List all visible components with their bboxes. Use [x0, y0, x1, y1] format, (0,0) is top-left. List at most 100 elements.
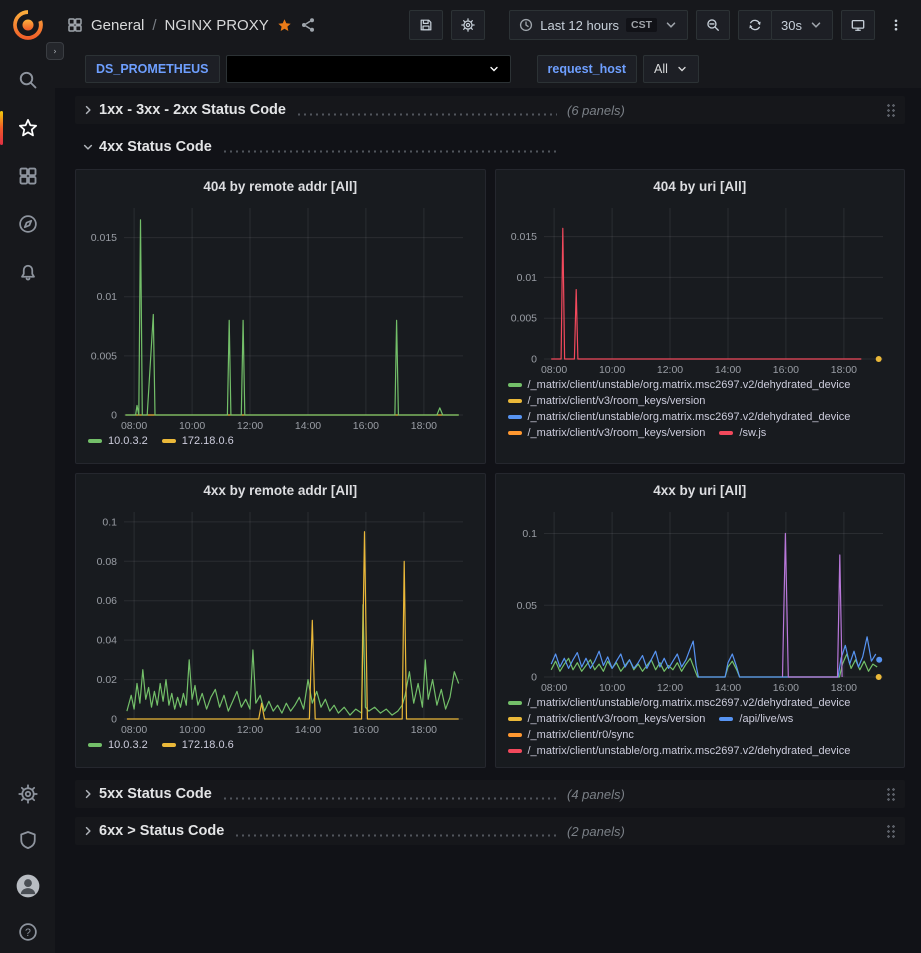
legend-item[interactable]: /_matrix/client/v3/room_keys/version [508, 395, 706, 407]
row-drag-handle[interactable] [886, 824, 897, 839]
breadcrumb-section[interactable]: General [91, 17, 144, 34]
help-icon: ? [18, 922, 38, 942]
panel-legend: 10.0.3.2 172.18.0.6 [86, 433, 475, 455]
time-series-chart: 08:0010:0012:0014:0016:0018:0000.0050.01… [506, 200, 895, 377]
favorite-star-icon[interactable] [277, 18, 292, 33]
legend-item[interactable]: /_matrix/client/unstable/org.matrix.msc2… [508, 411, 851, 423]
svg-text:0.015: 0.015 [510, 231, 536, 243]
request-host-variable-value: All [654, 62, 668, 76]
top-nav: General / NGINX PROXY [0, 0, 921, 50]
row-lead: 6xx > Status Code [97, 823, 567, 839]
panel-grid: 404 by remote addr [All] 08:0010:0012:00… [75, 169, 905, 768]
request-host-variable-dropdown[interactable]: All [643, 55, 699, 83]
legend-item[interactable]: /_matrix/client/unstable/org.matrix.msc2… [508, 379, 851, 391]
legend-swatch [508, 717, 522, 721]
panel-title[interactable]: 4xx by uri [All] [506, 480, 895, 504]
legend-swatch [508, 733, 522, 737]
save-dashboard-button[interactable] [409, 10, 443, 40]
bell-icon [18, 262, 38, 282]
legend-item[interactable]: /_matrix/client/v3/room_keys/version [508, 713, 706, 725]
dashboard-canvas: 1xx - 3xx - 2xx Status Code (6 panels) 4… [55, 88, 921, 953]
legend-item[interactable]: 172.18.0.6 [162, 435, 234, 447]
legend-item[interactable]: /_matrix/client/unstable/org.matrix.msc2… [508, 745, 851, 757]
legend-label: /_matrix/client/v3/room_keys/version [528, 427, 706, 439]
legend-swatch [162, 439, 176, 443]
datasource-variable-dropdown[interactable] [226, 55, 511, 83]
shield-icon [18, 830, 38, 850]
legend-item[interactable]: /_matrix/client/v3/room_keys/version [508, 427, 706, 439]
legend-item[interactable]: 10.0.3.2 [88, 435, 148, 447]
tv-mode-button[interactable] [841, 10, 875, 40]
row-title: 5xx Status Code [99, 786, 212, 802]
time-range-picker[interactable]: Last 12 hours CST [509, 10, 688, 40]
svg-text:0: 0 [531, 672, 537, 684]
dashboard-row-4xx[interactable]: 4xx Status Code [75, 133, 905, 161]
row-dotted-filler [222, 150, 557, 153]
chart-svg: 08:0010:0012:0014:0016:0018:0000.0050.01… [506, 200, 895, 377]
svg-text:0.015: 0.015 [91, 232, 117, 244]
legend-swatch [508, 399, 522, 403]
legend-item[interactable]: /_matrix/client/unstable/org.matrix.msc2… [508, 697, 851, 709]
legend-item[interactable]: 172.18.0.6 [162, 739, 234, 751]
svg-text:0.01: 0.01 [516, 272, 537, 284]
chevron-down-icon [664, 18, 678, 32]
panel-title[interactable]: 404 by remote addr [All] [86, 176, 475, 200]
dashboard-panel: 404 by remote addr [All] 08:0010:0012:00… [75, 169, 486, 464]
svg-text:0: 0 [111, 714, 117, 726]
sidebar-item-search[interactable] [0, 58, 55, 102]
svg-text:0.1: 0.1 [522, 528, 537, 540]
legend-item[interactable]: /_matrix/client/r0/sync [508, 729, 634, 741]
svg-text:10:00: 10:00 [598, 682, 624, 694]
dashboard-row-6xx[interactable]: 6xx > Status Code (2 panels) [75, 817, 905, 845]
panel-legend: /_matrix/client/unstable/org.matrix.msc2… [506, 377, 895, 455]
request-host-variable-label[interactable]: request_host [537, 55, 638, 83]
row-drag-handle[interactable] [886, 103, 897, 118]
legend-item[interactable]: /sw.js [719, 427, 766, 439]
sidebar-item-starred[interactable] [0, 106, 55, 150]
refresh-button[interactable] [738, 10, 772, 40]
legend-swatch [162, 743, 176, 747]
sidebar-expand-button[interactable] [46, 42, 64, 60]
row-lead: 4xx Status Code [97, 139, 567, 155]
legend-item[interactable]: /api/live/ws [719, 713, 793, 725]
datasource-variable-label[interactable]: DS_PROMETHEUS [85, 55, 220, 83]
sidebar-item-dashboards[interactable] [0, 154, 55, 198]
legend-label: /_matrix/client/v3/room_keys/version [528, 395, 706, 407]
search-icon [18, 70, 38, 90]
breadcrumb: General / NGINX PROXY [67, 17, 316, 34]
refresh-interval-dropdown[interactable]: 30s [771, 10, 833, 40]
svg-text:12:00: 12:00 [237, 724, 263, 736]
row-drag-handle[interactable] [886, 787, 897, 802]
clock-icon [519, 18, 533, 32]
svg-text:18:00: 18:00 [411, 724, 437, 736]
svg-text:0.05: 0.05 [516, 600, 537, 612]
grafana-logo[interactable] [11, 8, 45, 42]
legend-swatch [88, 439, 102, 443]
user-avatar [15, 873, 41, 899]
legend-label: 172.18.0.6 [182, 739, 234, 751]
panel-title[interactable]: 404 by uri [All] [506, 176, 895, 200]
sidebar-item-help[interactable]: ? [0, 910, 55, 953]
sidebar-item-explore[interactable] [0, 202, 55, 246]
gear-icon [18, 784, 38, 804]
dashboard-row-5xx[interactable]: 5xx Status Code (4 panels) [75, 780, 905, 808]
legend-swatch [719, 717, 733, 721]
sidebar-item-alerting[interactable] [0, 250, 55, 294]
kebab-menu-button[interactable] [883, 10, 909, 40]
zoom-out-button[interactable] [696, 10, 730, 40]
dashboard-row-1xx-3xx-2xx[interactable]: 1xx - 3xx - 2xx Status Code (6 panels) [75, 96, 905, 124]
sidebar-item-settings[interactable] [0, 772, 55, 816]
svg-text:16:00: 16:00 [353, 724, 379, 736]
sidebar-bottom-group: ? [0, 770, 55, 953]
legend-item[interactable]: 10.0.3.2 [88, 739, 148, 751]
share-icon[interactable] [300, 17, 316, 33]
svg-text:16:00: 16:00 [772, 682, 798, 694]
sidebar-item-server-admin[interactable] [0, 818, 55, 862]
sidebar-item-profile[interactable] [0, 864, 55, 908]
chart-svg: 08:0010:0012:0014:0016:0018:0000.0050.01… [86, 200, 475, 433]
panel-title[interactable]: 4xx by remote addr [All] [86, 480, 475, 504]
dashboard-settings-button[interactable] [451, 10, 485, 40]
breadcrumb-title[interactable]: NGINX PROXY [165, 17, 269, 34]
legend-label: /_matrix/client/unstable/org.matrix.msc2… [528, 379, 851, 391]
timezone-badge: CST [626, 18, 657, 32]
